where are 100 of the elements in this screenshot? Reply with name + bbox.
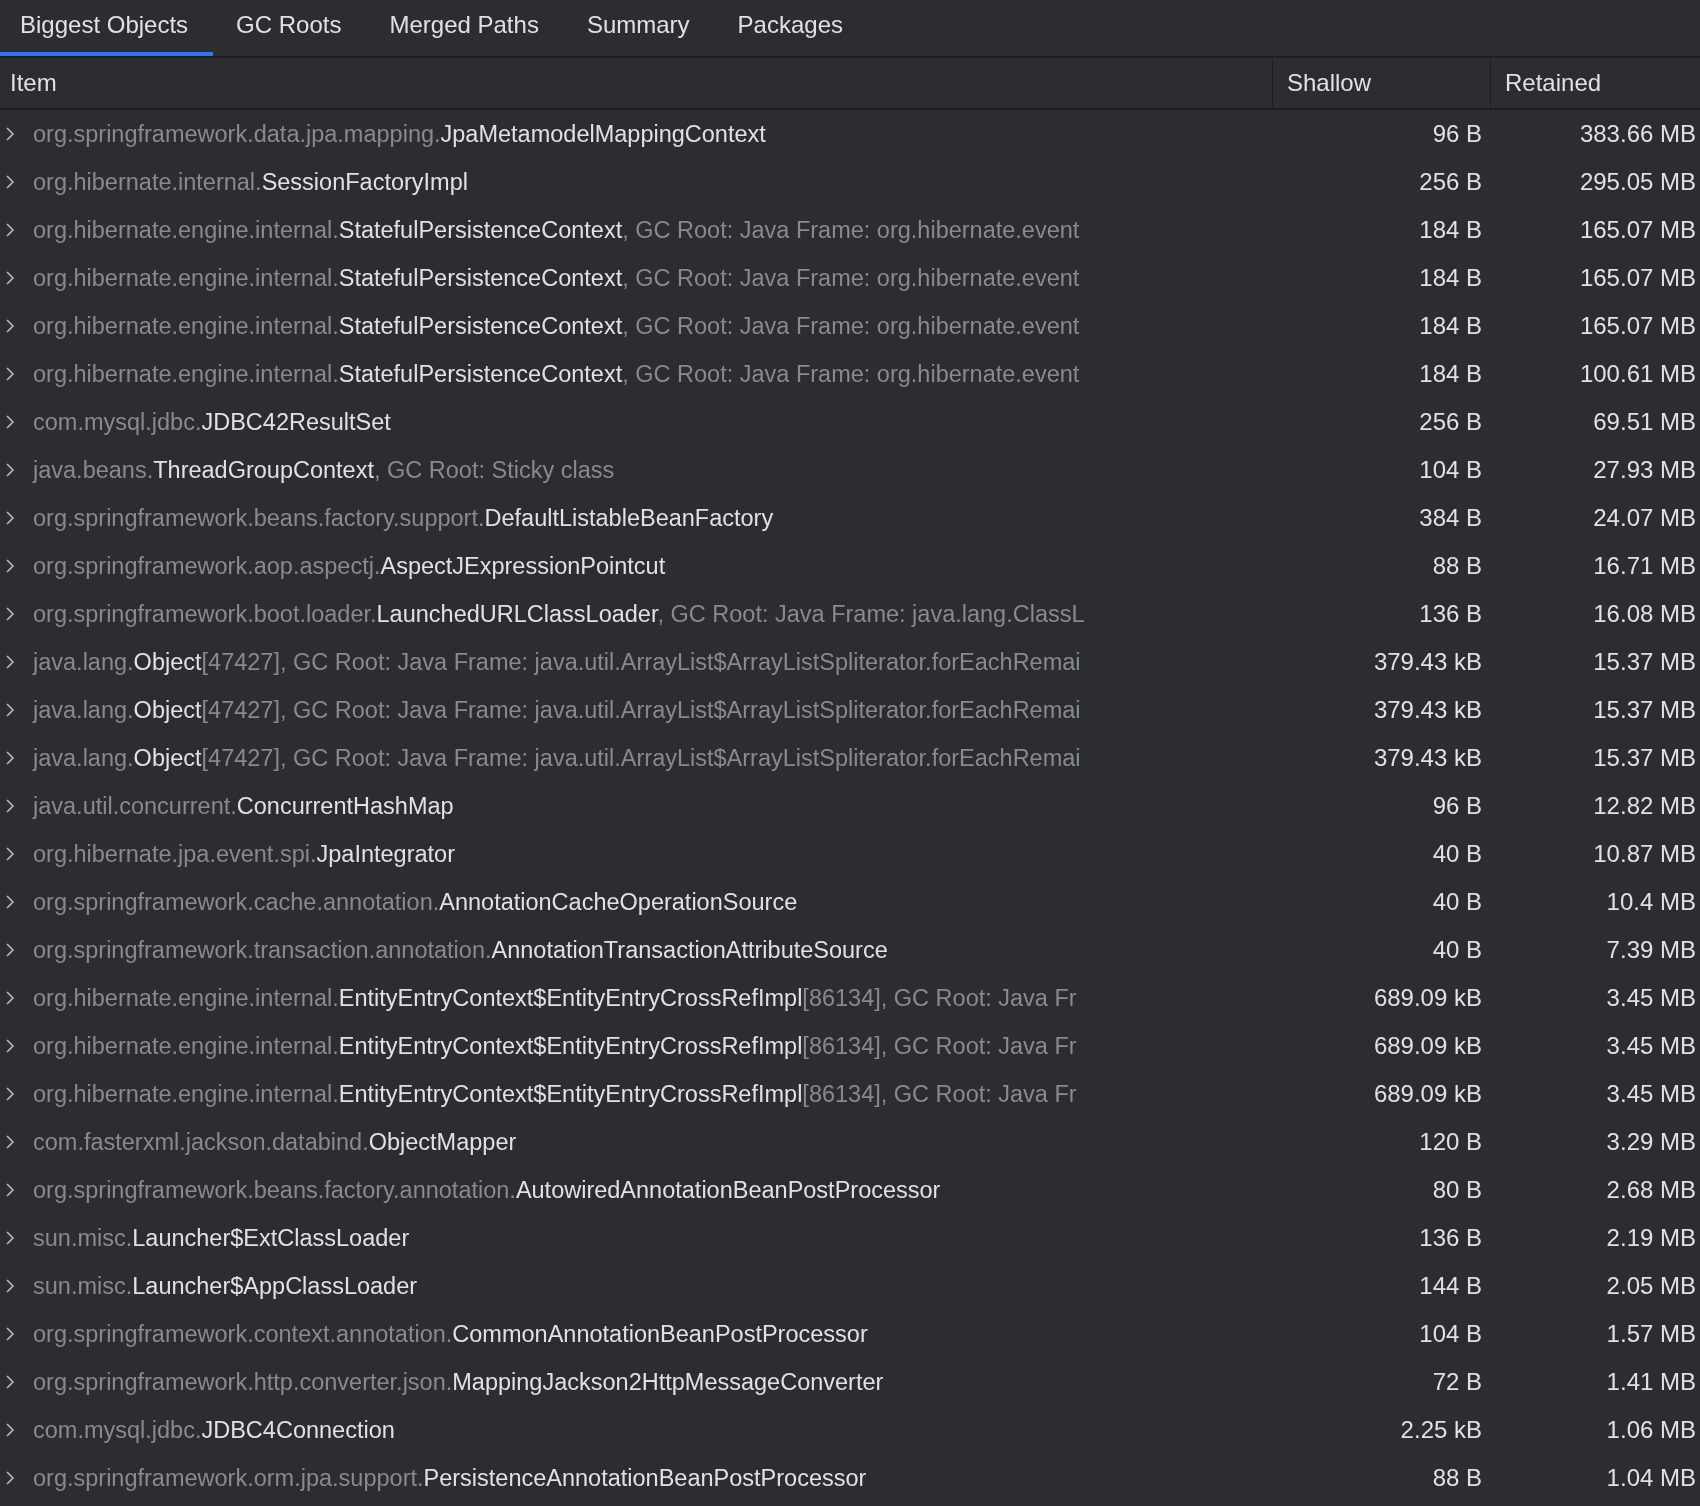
shallow-size: 104 B (1418, 456, 1483, 484)
chevron-icon[interactable] (5, 1134, 15, 1150)
retained-size: 69.51 MB (1592, 408, 1697, 436)
object-name: org.springframework.beans.factory.support.DefaultListableBeanFactory (33, 504, 774, 532)
retained-size: 3.45 MB (1605, 1080, 1697, 1108)
object-name: org.springframework.context.annotation.CommonAnnotationBeanPostProcessor (33, 1320, 868, 1348)
chevron-icon[interactable] (5, 1374, 15, 1390)
shallow-size: 40 B (1431, 888, 1483, 916)
chevron-icon[interactable] (5, 702, 15, 718)
retained-size: 383.66 MB (1578, 120, 1697, 148)
chevron-icon[interactable] (5, 1086, 15, 1102)
chevron-icon[interactable] (5, 318, 15, 334)
chevron-icon[interactable] (5, 510, 15, 526)
shallow-size: 379.43 kB (1372, 696, 1483, 724)
chevron-icon[interactable] (5, 174, 15, 190)
retained-size: 27.93 MB (1592, 456, 1697, 484)
tab[interactable]: GC Roots (216, 0, 367, 56)
shallow-size: 184 B (1418, 216, 1483, 244)
object-name: org.springframework.boot.loader.LaunchedURLClassLoader, GC Root: Java Frame: java.lang.ClassL (33, 600, 1085, 628)
object-name: java.beans.ThreadGroupContext, GC Root: Sticky class (33, 456, 615, 484)
chevron-icon[interactable] (5, 1326, 15, 1342)
shallow-size: 689.09 kB (1372, 1032, 1483, 1060)
retained-size: 295.05 MB (1578, 168, 1697, 196)
shallow-size: 72 B (1431, 1368, 1483, 1396)
column-header[interactable]: Item (0, 58, 1272, 108)
object-name: org.hibernate.engine.internal.EntityEntryContext$EntityEntryCrossRefImpl[86134], GC Root: Java Fr (33, 984, 1077, 1012)
retained-size: 2.68 MB (1605, 1176, 1697, 1204)
chevron-icon[interactable] (5, 1278, 15, 1294)
retained-size: 16.71 MB (1592, 552, 1697, 580)
chevron-icon[interactable] (5, 606, 15, 622)
tab[interactable]: Biggest Objects (0, 0, 214, 56)
shallow-size: 379.43 kB (1372, 744, 1483, 772)
shallow-size: 136 B (1418, 1224, 1483, 1252)
chevron-icon[interactable] (5, 990, 15, 1006)
retained-size: 15.37 MB (1592, 648, 1697, 676)
retained-size: 165.07 MB (1578, 264, 1697, 292)
object-name: org.hibernate.jpa.event.spi.JpaIntegrator (33, 840, 455, 868)
shallow-size: 96 B (1431, 792, 1483, 820)
column-header[interactable]: Retained (1490, 58, 1700, 108)
object-name: org.hibernate.engine.internal.StatefulPersistenceContext, GC Root: Java Frame: org.hibernate.event (33, 360, 1080, 388)
retained-size: 12.82 MB (1592, 792, 1697, 820)
object-name: org.hibernate.engine.internal.StatefulPersistenceContext, GC Root: Java Frame: org.hibernate.event (33, 264, 1080, 292)
retained-size: 15.37 MB (1592, 744, 1697, 772)
shallow-size: 384 B (1418, 504, 1483, 532)
tab[interactable]: Summary (566, 0, 715, 56)
retained-size: 7.39 MB (1605, 936, 1697, 964)
object-name: com.fasterxml.jackson.databind.ObjectMapper (33, 1128, 517, 1156)
shallow-size: 80 B (1431, 1176, 1483, 1204)
chevron-icon[interactable] (5, 558, 15, 574)
retained-size: 165.07 MB (1578, 312, 1697, 340)
object-name: java.util.concurrent.ConcurrentHashMap (33, 792, 454, 820)
object-name: org.hibernate.engine.internal.StatefulPersistenceContext, GC Root: Java Frame: org.hibernate.event (33, 216, 1080, 244)
chevron-icon[interactable] (5, 270, 15, 286)
shallow-size: 184 B (1418, 264, 1483, 292)
retained-size: 10.4 MB (1605, 888, 1697, 916)
object-name: org.springframework.transaction.annotation.AnnotationTransactionAttributeSource (33, 936, 888, 964)
object-name: sun.misc.Launcher$ExtClassLoader (33, 1224, 410, 1252)
tab[interactable]: Packages (717, 0, 868, 56)
retained-size: 24.07 MB (1592, 504, 1697, 532)
shallow-size: 96 B (1431, 120, 1483, 148)
object-name: java.lang.Object[47427], GC Root: Java Frame: java.util.ArrayList$ArrayListSpliterator.forEachRemai (33, 744, 1081, 772)
retained-size: 165.07 MB (1578, 216, 1697, 244)
shallow-size: 379.43 kB (1372, 648, 1483, 676)
shallow-size: 40 B (1431, 840, 1483, 868)
chevron-icon[interactable] (5, 846, 15, 862)
chevron-icon[interactable] (5, 366, 15, 382)
shallow-size: 104 B (1418, 1320, 1483, 1348)
shallow-size: 184 B (1418, 312, 1483, 340)
object-name: org.springframework.http.converter.json.MappingJackson2HttpMessageConverter (33, 1368, 884, 1396)
chevron-icon[interactable] (5, 126, 15, 142)
shallow-size: 689.09 kB (1372, 984, 1483, 1012)
chevron-icon[interactable] (5, 462, 15, 478)
object-name: org.springframework.orm.jpa.support.PersistenceAnnotationBeanPostProcessor (33, 1464, 867, 1492)
retained-size: 2.05 MB (1605, 1272, 1697, 1300)
object-name: org.springframework.cache.annotation.AnnotationCacheOperationSource (33, 888, 798, 916)
shallow-size: 2.25 kB (1399, 1416, 1483, 1444)
shallow-size: 136 B (1418, 600, 1483, 628)
chevron-icon[interactable] (5, 942, 15, 958)
chevron-icon[interactable] (5, 654, 15, 670)
chevron-icon[interactable] (5, 222, 15, 238)
column-header[interactable]: Shallow (1272, 58, 1490, 108)
retained-size: 3.29 MB (1605, 1128, 1697, 1156)
chevron-icon[interactable] (5, 1230, 15, 1246)
shallow-size: 689.09 kB (1372, 1080, 1483, 1108)
chevron-icon[interactable] (5, 1038, 15, 1054)
tab[interactable]: Merged Paths (369, 0, 564, 56)
chevron-icon[interactable] (5, 894, 15, 910)
chevron-icon[interactable] (5, 414, 15, 430)
shallow-size: 184 B (1418, 360, 1483, 388)
chevron-icon[interactable] (5, 1470, 15, 1486)
shallow-size: 120 B (1418, 1128, 1483, 1156)
chevron-icon[interactable] (5, 1182, 15, 1198)
retained-size: 2.19 MB (1605, 1224, 1697, 1252)
chevron-icon[interactable] (5, 798, 15, 814)
chevron-icon[interactable] (5, 1422, 15, 1438)
retained-size: 10.87 MB (1592, 840, 1697, 868)
object-name: org.hibernate.engine.internal.StatefulPersistenceContext, GC Root: Java Frame: org.hibernate.event (33, 312, 1080, 340)
shallow-size: 256 B (1418, 408, 1483, 436)
chevron-icon[interactable] (5, 750, 15, 766)
shallow-size: 88 B (1431, 1464, 1483, 1492)
